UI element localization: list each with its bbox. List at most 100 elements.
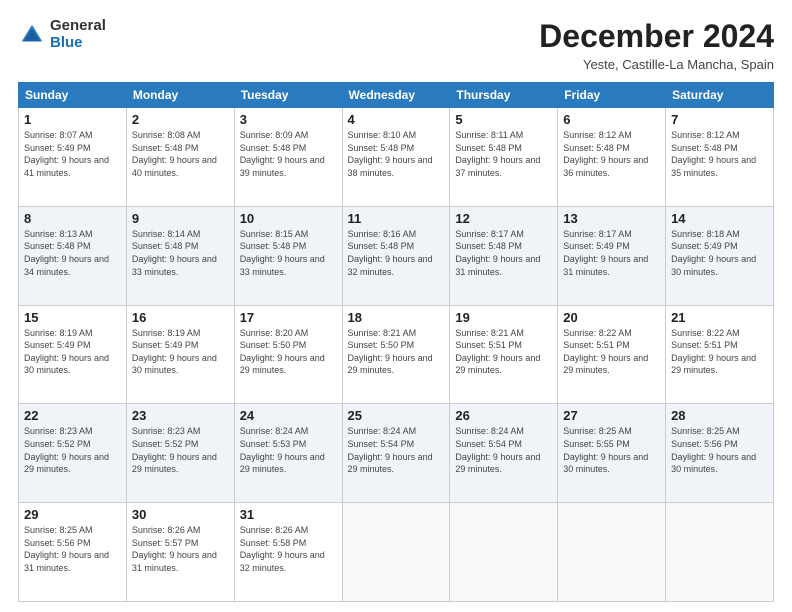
day-info: Sunrise: 8:16 AMSunset: 5:48 PMDaylight:… <box>348 229 433 277</box>
calendar-week-row: 22 Sunrise: 8:23 AMSunset: 5:52 PMDaylig… <box>19 404 774 503</box>
day-info: Sunrise: 8:15 AMSunset: 5:48 PMDaylight:… <box>240 229 325 277</box>
day-number: 20 <box>563 310 660 325</box>
calendar-cell: 31 Sunrise: 8:26 AMSunset: 5:58 PMDaylig… <box>234 503 342 602</box>
calendar-cell: 30 Sunrise: 8:26 AMSunset: 5:57 PMDaylig… <box>126 503 234 602</box>
calendar-cell: 10 Sunrise: 8:15 AMSunset: 5:48 PMDaylig… <box>234 206 342 305</box>
day-number: 9 <box>132 211 229 226</box>
calendar-cell: 11 Sunrise: 8:16 AMSunset: 5:48 PMDaylig… <box>342 206 450 305</box>
day-number: 25 <box>348 408 445 423</box>
day-number: 28 <box>671 408 768 423</box>
day-info: Sunrise: 8:13 AMSunset: 5:48 PMDaylight:… <box>24 229 109 277</box>
day-number: 24 <box>240 408 337 423</box>
logo-blue-text: Blue <box>50 35 106 52</box>
day-info: Sunrise: 8:25 AMSunset: 5:56 PMDaylight:… <box>24 525 109 573</box>
day-info: Sunrise: 8:19 AMSunset: 5:49 PMDaylight:… <box>132 328 217 376</box>
calendar-cell: 13 Sunrise: 8:17 AMSunset: 5:49 PMDaylig… <box>558 206 666 305</box>
calendar-cell: 6 Sunrise: 8:12 AMSunset: 5:48 PMDayligh… <box>558 108 666 207</box>
calendar-cell: 5 Sunrise: 8:11 AMSunset: 5:48 PMDayligh… <box>450 108 558 207</box>
calendar-cell: 27 Sunrise: 8:25 AMSunset: 5:55 PMDaylig… <box>558 404 666 503</box>
day-number: 19 <box>455 310 552 325</box>
day-number: 31 <box>240 507 337 522</box>
calendar-cell: 15 Sunrise: 8:19 AMSunset: 5:49 PMDaylig… <box>19 305 127 404</box>
calendar-day-header: Tuesday <box>234 83 342 108</box>
calendar-cell: 14 Sunrise: 8:18 AMSunset: 5:49 PMDaylig… <box>666 206 774 305</box>
day-number: 21 <box>671 310 768 325</box>
logo-general-text: General <box>50 18 106 35</box>
calendar-cell: 23 Sunrise: 8:23 AMSunset: 5:52 PMDaylig… <box>126 404 234 503</box>
day-info: Sunrise: 8:26 AMSunset: 5:57 PMDaylight:… <box>132 525 217 573</box>
day-info: Sunrise: 8:20 AMSunset: 5:50 PMDaylight:… <box>240 328 325 376</box>
calendar-day-header: Saturday <box>666 83 774 108</box>
day-number: 14 <box>671 211 768 226</box>
day-info: Sunrise: 8:08 AMSunset: 5:48 PMDaylight:… <box>132 130 217 178</box>
logo-text: General Blue <box>50 18 106 51</box>
calendar-table: SundayMondayTuesdayWednesdayThursdayFrid… <box>18 82 774 602</box>
day-number: 10 <box>240 211 337 226</box>
day-info: Sunrise: 8:23 AMSunset: 5:52 PMDaylight:… <box>132 426 217 474</box>
day-info: Sunrise: 8:07 AMSunset: 5:49 PMDaylight:… <box>24 130 109 178</box>
calendar-day-header: Wednesday <box>342 83 450 108</box>
day-info: Sunrise: 8:19 AMSunset: 5:49 PMDaylight:… <box>24 328 109 376</box>
calendar-cell: 26 Sunrise: 8:24 AMSunset: 5:54 PMDaylig… <box>450 404 558 503</box>
subtitle: Yeste, Castille-La Mancha, Spain <box>539 57 774 72</box>
day-number: 30 <box>132 507 229 522</box>
logo: General Blue <box>18 18 106 51</box>
main-title: December 2024 <box>539 18 774 55</box>
day-number: 16 <box>132 310 229 325</box>
day-number: 11 <box>348 211 445 226</box>
day-info: Sunrise: 8:22 AMSunset: 5:51 PMDaylight:… <box>671 328 756 376</box>
calendar-week-row: 29 Sunrise: 8:25 AMSunset: 5:56 PMDaylig… <box>19 503 774 602</box>
calendar-cell: 2 Sunrise: 8:08 AMSunset: 5:48 PMDayligh… <box>126 108 234 207</box>
calendar-cell: 24 Sunrise: 8:24 AMSunset: 5:53 PMDaylig… <box>234 404 342 503</box>
day-info: Sunrise: 8:11 AMSunset: 5:48 PMDaylight:… <box>455 130 540 178</box>
day-info: Sunrise: 8:24 AMSunset: 5:54 PMDaylight:… <box>348 426 433 474</box>
calendar-cell: 29 Sunrise: 8:25 AMSunset: 5:56 PMDaylig… <box>19 503 127 602</box>
logo-icon <box>18 21 46 49</box>
day-info: Sunrise: 8:21 AMSunset: 5:51 PMDaylight:… <box>455 328 540 376</box>
calendar-cell: 25 Sunrise: 8:24 AMSunset: 5:54 PMDaylig… <box>342 404 450 503</box>
title-block: December 2024 Yeste, Castille-La Mancha,… <box>539 18 774 72</box>
calendar-header-row: SundayMondayTuesdayWednesdayThursdayFrid… <box>19 83 774 108</box>
calendar-cell <box>558 503 666 602</box>
day-number: 4 <box>348 112 445 127</box>
calendar-cell <box>342 503 450 602</box>
page: General Blue December 2024 Yeste, Castil… <box>0 0 792 612</box>
day-number: 8 <box>24 211 121 226</box>
day-info: Sunrise: 8:12 AMSunset: 5:48 PMDaylight:… <box>563 130 648 178</box>
day-number: 7 <box>671 112 768 127</box>
day-info: Sunrise: 8:10 AMSunset: 5:48 PMDaylight:… <box>348 130 433 178</box>
calendar-cell: 21 Sunrise: 8:22 AMSunset: 5:51 PMDaylig… <box>666 305 774 404</box>
calendar-day-header: Friday <box>558 83 666 108</box>
day-info: Sunrise: 8:21 AMSunset: 5:50 PMDaylight:… <box>348 328 433 376</box>
calendar-cell <box>450 503 558 602</box>
calendar-cell: 4 Sunrise: 8:10 AMSunset: 5:48 PMDayligh… <box>342 108 450 207</box>
day-number: 2 <box>132 112 229 127</box>
calendar-cell: 3 Sunrise: 8:09 AMSunset: 5:48 PMDayligh… <box>234 108 342 207</box>
calendar-day-header: Sunday <box>19 83 127 108</box>
day-number: 23 <box>132 408 229 423</box>
calendar-day-header: Monday <box>126 83 234 108</box>
calendar-cell: 17 Sunrise: 8:20 AMSunset: 5:50 PMDaylig… <box>234 305 342 404</box>
calendar-cell: 9 Sunrise: 8:14 AMSunset: 5:48 PMDayligh… <box>126 206 234 305</box>
day-number: 15 <box>24 310 121 325</box>
day-info: Sunrise: 8:18 AMSunset: 5:49 PMDaylight:… <box>671 229 756 277</box>
day-info: Sunrise: 8:22 AMSunset: 5:51 PMDaylight:… <box>563 328 648 376</box>
calendar-cell: 22 Sunrise: 8:23 AMSunset: 5:52 PMDaylig… <box>19 404 127 503</box>
calendar-cell: 28 Sunrise: 8:25 AMSunset: 5:56 PMDaylig… <box>666 404 774 503</box>
calendar-cell <box>666 503 774 602</box>
calendar-week-row: 1 Sunrise: 8:07 AMSunset: 5:49 PMDayligh… <box>19 108 774 207</box>
calendar-week-row: 15 Sunrise: 8:19 AMSunset: 5:49 PMDaylig… <box>19 305 774 404</box>
calendar-day-header: Thursday <box>450 83 558 108</box>
header: General Blue December 2024 Yeste, Castil… <box>18 18 774 72</box>
calendar-week-row: 8 Sunrise: 8:13 AMSunset: 5:48 PMDayligh… <box>19 206 774 305</box>
day-info: Sunrise: 8:25 AMSunset: 5:56 PMDaylight:… <box>671 426 756 474</box>
day-number: 1 <box>24 112 121 127</box>
calendar-cell: 19 Sunrise: 8:21 AMSunset: 5:51 PMDaylig… <box>450 305 558 404</box>
day-info: Sunrise: 8:24 AMSunset: 5:53 PMDaylight:… <box>240 426 325 474</box>
day-info: Sunrise: 8:17 AMSunset: 5:49 PMDaylight:… <box>563 229 648 277</box>
calendar-cell: 12 Sunrise: 8:17 AMSunset: 5:48 PMDaylig… <box>450 206 558 305</box>
day-number: 5 <box>455 112 552 127</box>
day-info: Sunrise: 8:14 AMSunset: 5:48 PMDaylight:… <box>132 229 217 277</box>
day-info: Sunrise: 8:12 AMSunset: 5:48 PMDaylight:… <box>671 130 756 178</box>
calendar-cell: 1 Sunrise: 8:07 AMSunset: 5:49 PMDayligh… <box>19 108 127 207</box>
